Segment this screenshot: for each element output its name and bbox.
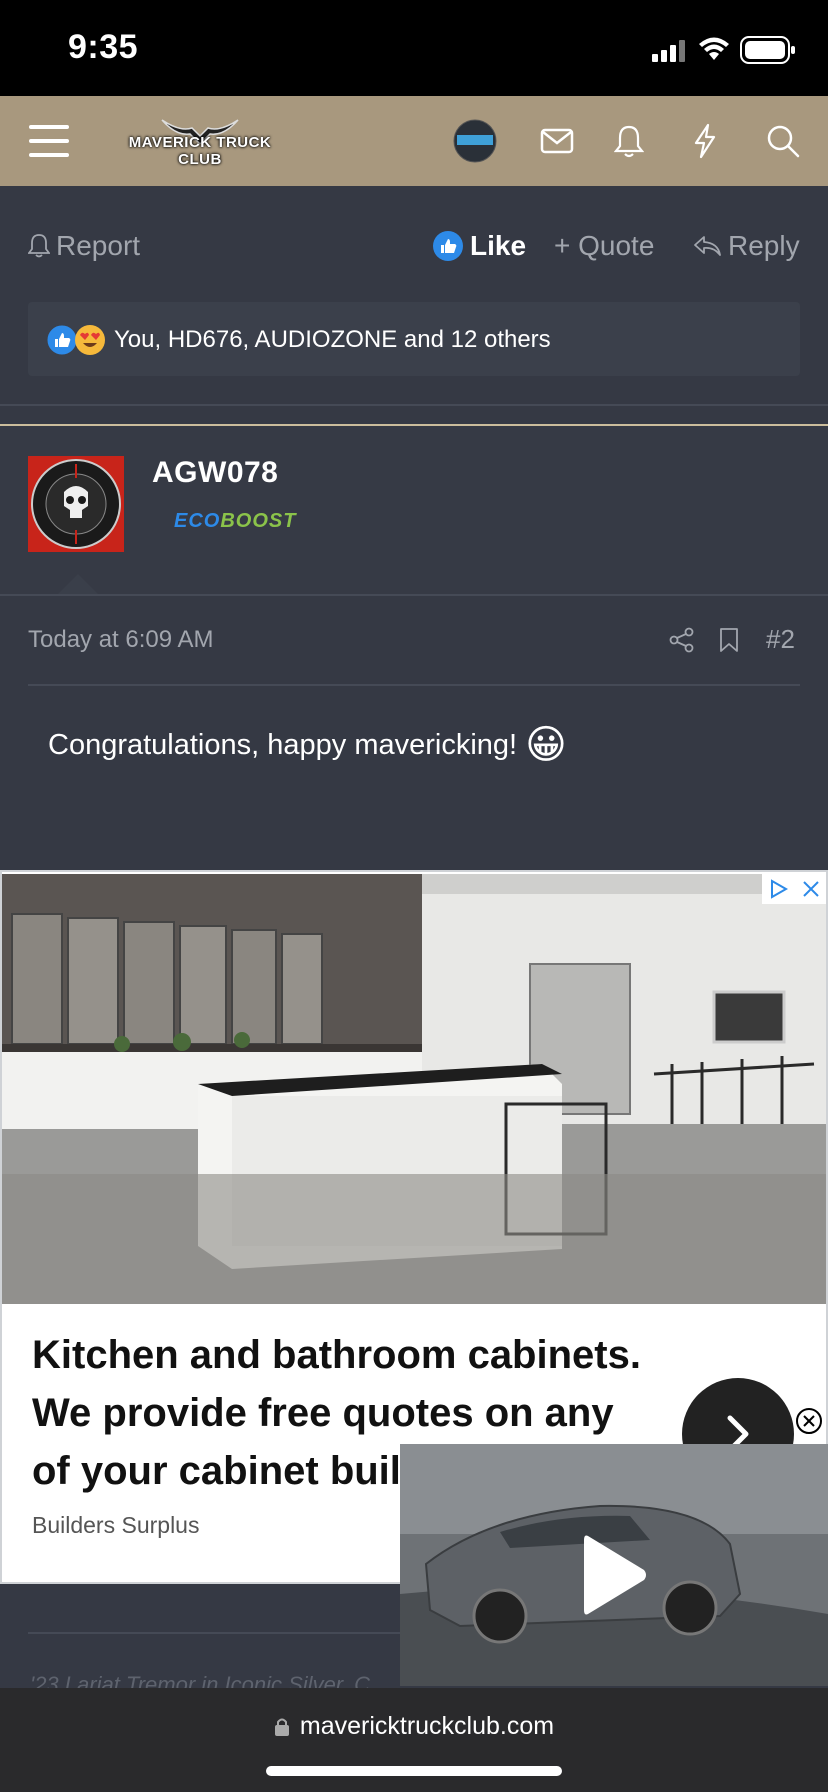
post-pointer xyxy=(56,574,100,596)
menu-icon xyxy=(29,125,69,157)
site-logo[interactable]: MAVERICK TRUCK CLUB xyxy=(112,114,288,170)
reactions-summary: You, HD676, AUDIOZONE and 12 others xyxy=(114,326,551,353)
post-number-link[interactable]: #2 xyxy=(766,624,795,655)
quote-label: + Quote xyxy=(554,230,655,261)
post-timestamp[interactable]: Today at 6:09 AM xyxy=(28,626,213,654)
search-button[interactable] xyxy=(760,118,806,164)
grinning-emoji-icon: 😀 xyxy=(525,723,567,767)
quote-button[interactable]: + Quote xyxy=(554,230,654,262)
reactions-bar[interactable]: You, HD676, AUDIOZONE and 12 others xyxy=(28,302,800,376)
post-header xyxy=(0,426,828,596)
user-avatar-button[interactable] xyxy=(452,118,498,164)
play-icon xyxy=(584,1535,646,1615)
user-avatar[interactable] xyxy=(28,456,124,552)
ad-choices-icon xyxy=(770,879,788,899)
messages-button[interactable] xyxy=(534,118,580,164)
video-close-button[interactable] xyxy=(794,1406,824,1436)
bell-icon xyxy=(28,234,50,258)
close-icon xyxy=(802,881,819,897)
home-indicator[interactable] xyxy=(266,1766,562,1776)
wifi-icon xyxy=(699,37,729,60)
kitchen-photo xyxy=(2,874,826,1304)
bell-icon xyxy=(614,125,644,158)
close-circle-icon xyxy=(796,1408,822,1434)
post-body-text: Congratulations, happy mavericking! xyxy=(48,728,518,761)
bookmark-button[interactable] xyxy=(714,624,744,656)
gunslinger-badge-icon xyxy=(31,459,121,549)
lock-icon xyxy=(274,1718,289,1736)
post-body: Congratulations, happy mavericking! 😀 xyxy=(48,722,567,768)
search-icon xyxy=(767,125,800,158)
badge-eco-text: ECO xyxy=(174,510,221,532)
report-button[interactable]: Report xyxy=(28,230,140,262)
menu-button[interactable] xyxy=(22,118,76,164)
avatar xyxy=(453,119,497,163)
video-player[interactable] xyxy=(400,1444,828,1686)
post-username[interactable]: AGW078 xyxy=(152,456,278,490)
url-text: mavericktruckclub.com xyxy=(299,1712,555,1740)
alerts-button[interactable] xyxy=(606,118,652,164)
love-reaction-icon xyxy=(75,325,105,355)
ecoboost-badge: ECOBOOST xyxy=(174,510,296,533)
mail-icon xyxy=(540,128,574,154)
badge-boost-text: BOOST xyxy=(220,510,297,532)
post-header-divider xyxy=(0,594,828,596)
share-button[interactable] xyxy=(666,624,698,656)
site-logo-text: MAVERICK TRUCK CLUB xyxy=(128,134,272,168)
post-divider xyxy=(0,404,828,406)
bookmark-icon xyxy=(720,628,738,652)
ad-kitchen-image[interactable] xyxy=(2,874,826,1304)
like-button[interactable]: Like xyxy=(432,230,526,262)
reply-label: Reply xyxy=(728,230,800,261)
ad-advertiser[interactable]: Builders Surplus xyxy=(32,1512,199,1539)
whats-new-button[interactable] xyxy=(682,118,728,164)
lightning-icon xyxy=(694,123,716,159)
ad-choices[interactable] xyxy=(762,874,826,904)
battery-icon xyxy=(740,36,795,64)
report-label: Report xyxy=(56,230,141,261)
signal-icon xyxy=(652,40,685,62)
like-label: Like xyxy=(470,230,527,261)
url-bar[interactable]: mavericktruckclub.com xyxy=(0,1712,828,1741)
share-icon xyxy=(669,627,694,653)
status-time: 9:35 xyxy=(68,28,139,66)
status-bar: 9:35 xyxy=(0,0,828,96)
thumbs-up-icon xyxy=(433,231,463,261)
reply-button[interactable]: Reply xyxy=(692,230,800,262)
reply-icon xyxy=(694,236,721,256)
post-meta-divider xyxy=(28,684,800,686)
